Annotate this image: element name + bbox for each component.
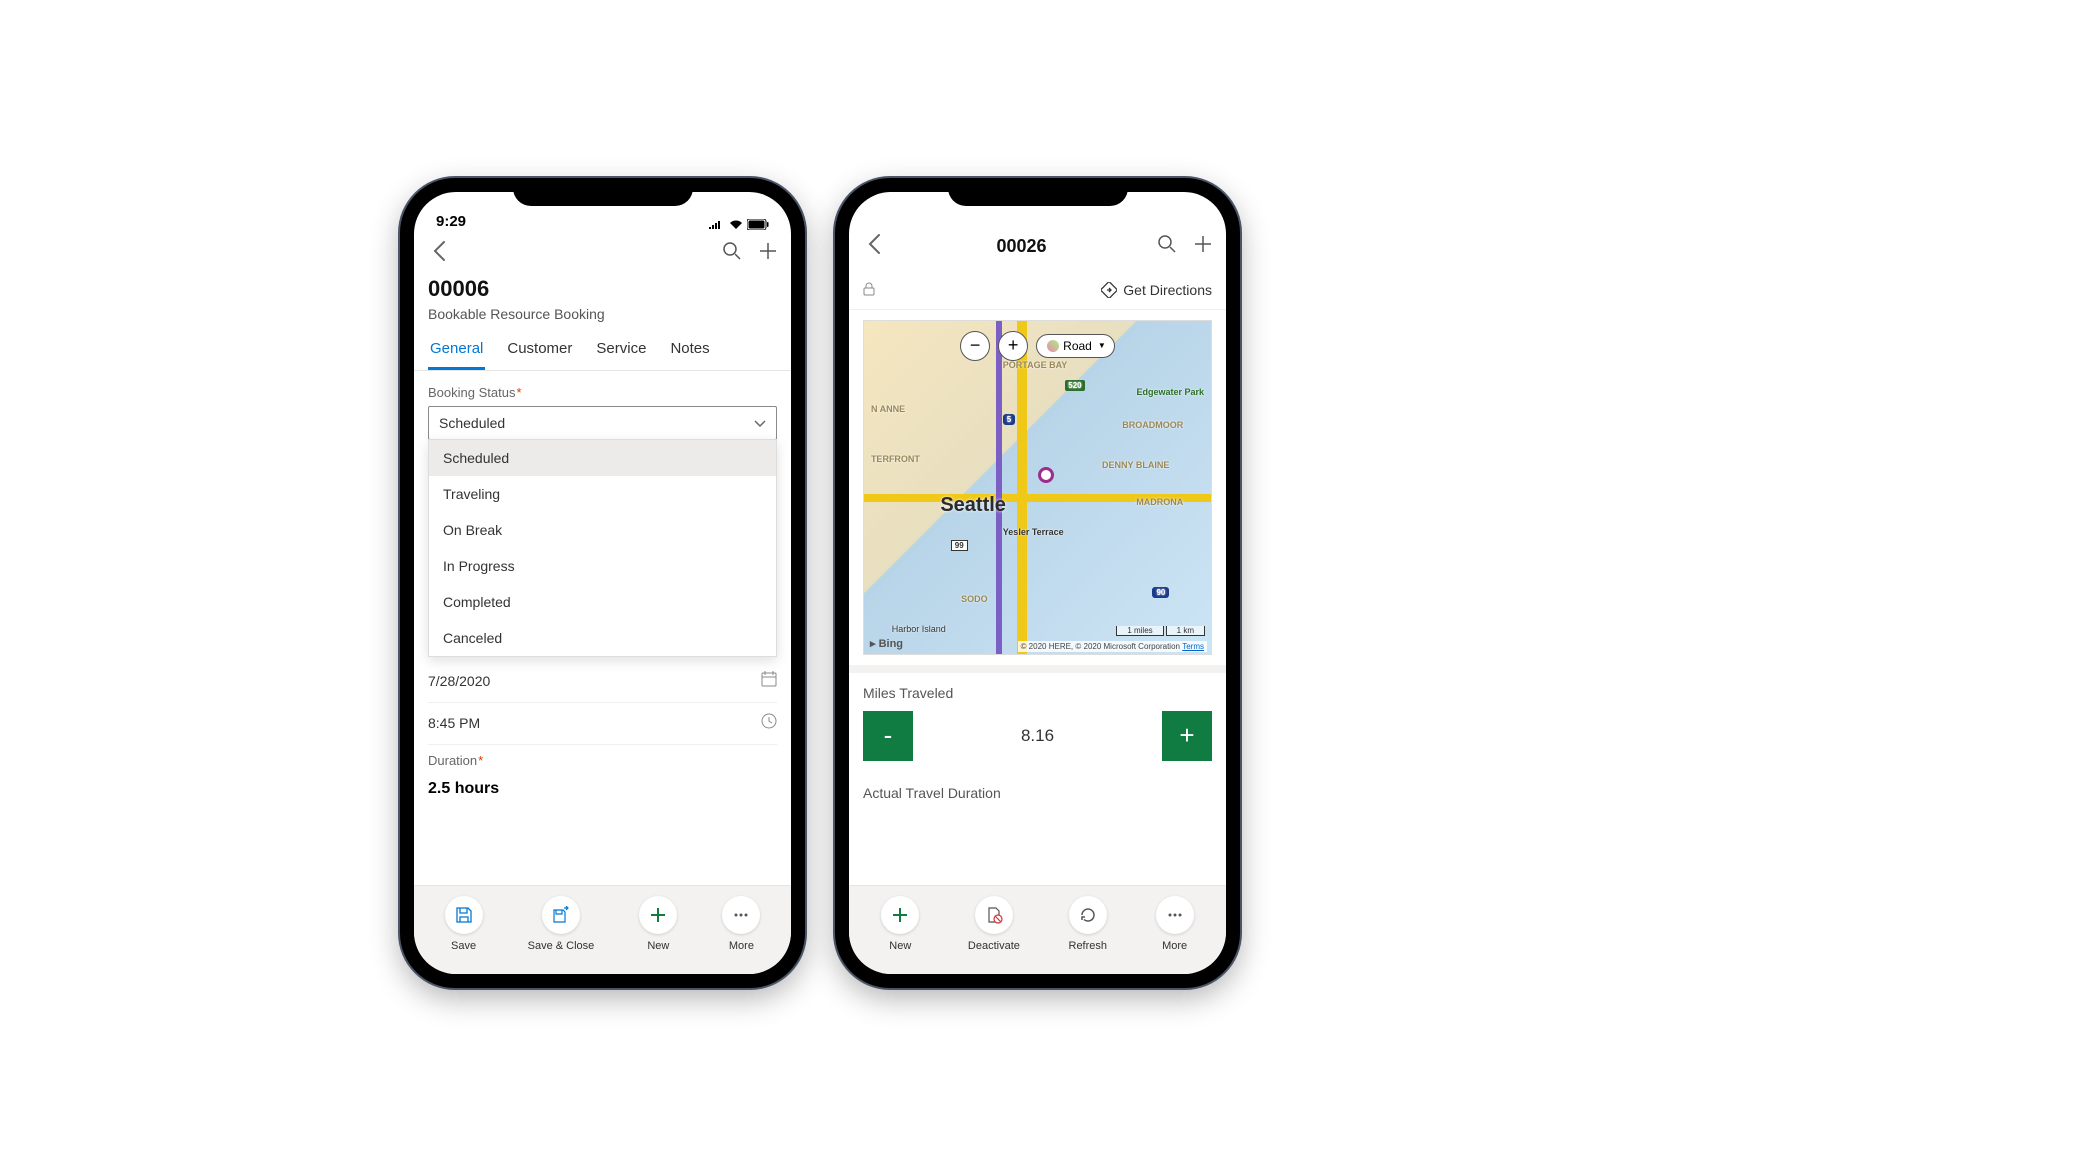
refresh-label: Refresh: [1069, 940, 1108, 952]
save-close-button[interactable]: Save & Close: [528, 896, 595, 952]
plus-icon: [649, 906, 667, 924]
plus-icon: [891, 906, 909, 924]
save-close-label: Save & Close: [528, 940, 595, 952]
new-label: New: [647, 940, 669, 952]
dropdown-option-on-break[interactable]: On Break: [429, 512, 776, 548]
dropdown-option-in-progress[interactable]: In Progress: [429, 548, 776, 584]
dropdown-option-traveling[interactable]: Traveling: [429, 476, 776, 512]
get-directions-label: Get Directions: [1123, 282, 1212, 298]
new-label: New: [889, 940, 911, 952]
map-type-label: Road: [1063, 339, 1092, 353]
miles-traveled-value[interactable]: 8.16: [913, 726, 1162, 746]
back-button[interactable]: [863, 229, 885, 265]
command-bar: New Deactivate Refresh More: [849, 885, 1226, 974]
lock-icon: [863, 282, 875, 299]
booking-status-label: Booking Status: [428, 385, 777, 400]
add-button[interactable]: [1194, 235, 1212, 259]
more-button[interactable]: More: [1156, 896, 1194, 952]
tab-customer[interactable]: Customer: [505, 330, 574, 370]
booking-status-select[interactable]: Scheduled: [428, 406, 777, 440]
deactivate-icon: [985, 906, 1003, 924]
record-id: 00006: [428, 276, 777, 302]
tab-bar: General Customer Service Notes: [414, 330, 791, 371]
dropdown-option-scheduled[interactable]: Scheduled: [429, 440, 776, 476]
get-directions-link[interactable]: Get Directions: [1101, 282, 1212, 298]
chevron-down-icon: [754, 415, 766, 431]
dropdown-option-canceled[interactable]: Canceled: [429, 620, 776, 656]
map-attribution: © 2020 HERE, © 2020 Microsoft Corporatio…: [1018, 641, 1207, 652]
more-label: More: [1162, 940, 1187, 952]
map-zoom-out[interactable]: −: [960, 331, 990, 361]
map-type-icon: [1047, 340, 1059, 352]
map-scale-bar: 1 miles 1 km: [1116, 626, 1205, 636]
status-icons: [709, 219, 769, 230]
dropdown-option-completed[interactable]: Completed: [429, 584, 776, 620]
time-value: 8:45 PM: [428, 715, 480, 731]
tab-general[interactable]: General: [428, 330, 485, 370]
search-icon[interactable]: [1158, 235, 1176, 259]
miles-decrement-button[interactable]: -: [863, 711, 913, 761]
map-view[interactable]: PORTAGE BAY Edgewater Park BROADMOOR DEN…: [863, 320, 1212, 655]
save-button[interactable]: Save: [445, 896, 483, 952]
more-icon: [1166, 906, 1184, 924]
tab-notes[interactable]: Notes: [668, 330, 711, 370]
map-location-marker[interactable]: [1038, 467, 1054, 483]
map-city-label: Seattle: [940, 494, 1006, 517]
booking-status-dropdown: Scheduled Traveling On Break In Progress…: [428, 439, 777, 657]
back-button[interactable]: [428, 236, 450, 272]
booking-status-value: Scheduled: [439, 415, 505, 431]
status-time: 9:29: [436, 213, 466, 230]
save-icon: [455, 906, 473, 924]
miles-traveled-label: Miles Traveled: [863, 685, 1212, 701]
date-value: 7/28/2020: [428, 673, 490, 689]
duration-label: Duration: [428, 753, 777, 768]
calendar-icon: [761, 671, 777, 692]
new-button[interactable]: New: [639, 896, 677, 952]
miles-increment-button[interactable]: +: [1162, 711, 1212, 761]
deactivate-button[interactable]: Deactivate: [968, 896, 1020, 952]
phone-mockup-2: 00026 Get Directions: [835, 178, 1240, 988]
tab-service[interactable]: Service: [594, 330, 648, 370]
map-terms-link[interactable]: Terms: [1182, 642, 1204, 651]
record-id: 00026: [996, 236, 1046, 257]
more-label: More: [729, 940, 754, 952]
record-subtitle: Bookable Resource Booking: [428, 306, 777, 322]
map-type-select[interactable]: Road: [1036, 334, 1115, 358]
save-label: Save: [451, 940, 476, 952]
refresh-icon: [1079, 906, 1097, 924]
phone-mockup-1: 9:29: [400, 178, 805, 988]
save-close-icon: [552, 906, 570, 924]
refresh-button[interactable]: Refresh: [1069, 896, 1108, 952]
more-button[interactable]: More: [722, 896, 760, 952]
more-icon: [732, 906, 750, 924]
time-field[interactable]: 8:45 PM: [428, 703, 777, 745]
command-bar: Save Save & Close New More: [414, 885, 791, 974]
directions-icon: [1101, 282, 1117, 298]
add-button[interactable]: [759, 242, 777, 266]
bing-logo: ▸ Bing: [870, 637, 903, 650]
clock-icon: [761, 713, 777, 734]
new-button[interactable]: New: [881, 896, 919, 952]
search-icon[interactable]: [723, 242, 741, 266]
duration-value[interactable]: 2.5 hours: [428, 774, 777, 798]
actual-travel-duration-label: Actual Travel Duration: [849, 773, 1226, 801]
deactivate-label: Deactivate: [968, 940, 1020, 952]
date-field[interactable]: 7/28/2020: [428, 661, 777, 703]
map-zoom-in[interactable]: +: [998, 331, 1028, 361]
